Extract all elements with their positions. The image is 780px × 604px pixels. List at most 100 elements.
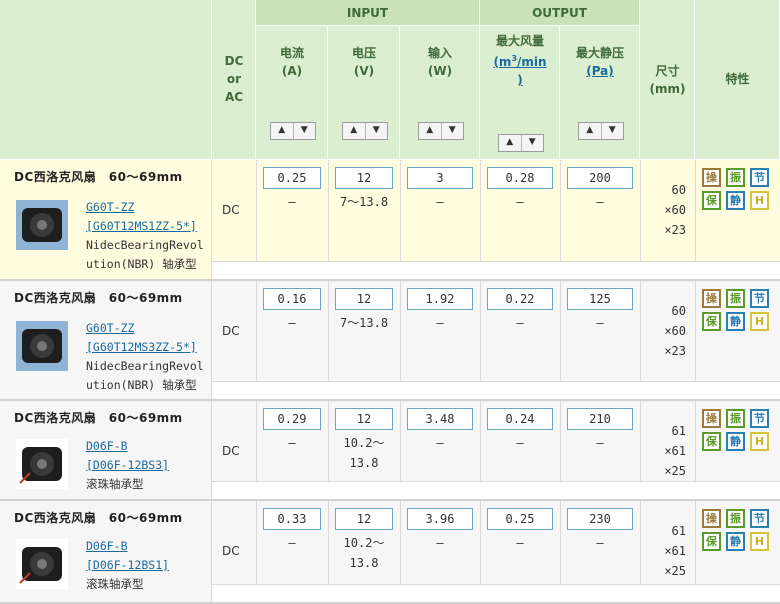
part-number-link[interactable]: [D06F-12BS1] xyxy=(86,558,169,572)
feature-icon[interactable]: 操 xyxy=(702,168,721,187)
column-divider xyxy=(695,160,696,261)
sort-desc-icon[interactable]: ▼ xyxy=(440,123,464,139)
feature-icon[interactable]: H xyxy=(750,432,769,451)
feature-icon[interactable]: 节 xyxy=(750,289,769,308)
pressure-value-box[interactable]: 210 xyxy=(567,408,633,430)
feature-icon[interactable]: 节 xyxy=(750,168,769,187)
product-thumbnail[interactable] xyxy=(16,439,68,489)
current-range: – xyxy=(288,436,296,450)
feature-icon[interactable]: 节 xyxy=(750,409,769,428)
model-link[interactable]: G60T-ZZ xyxy=(86,200,134,214)
voltage-value-box[interactable]: 12 xyxy=(335,167,393,189)
current-sort-control[interactable]: ▲ ▼ xyxy=(270,122,316,140)
airflow-value-box[interactable]: 0.28 xyxy=(487,167,553,189)
feature-icon[interactable]: 操 xyxy=(702,289,721,308)
voltage-value-box[interactable]: 12 xyxy=(335,508,393,530)
airflow-range: – xyxy=(516,195,524,209)
part-number-link[interactable]: [G60T12MS1ZZ-5*] xyxy=(86,219,197,233)
power-value-box[interactable]: 3.96 xyxy=(407,508,473,530)
header-airflow-cell: 最大风量 (m3/min ) ▲ ▼ xyxy=(480,26,560,160)
feature-icon[interactable]: 振 xyxy=(726,289,745,308)
pressure-range: – xyxy=(596,316,604,330)
airflow-value-box[interactable]: 0.24 xyxy=(487,408,553,430)
header-current-cell: 电流 (A) ▲ ▼ xyxy=(256,26,328,160)
table-row: DC西洛克风扇 60～69mm D06F-B [D06F-12BS3] 滚珠轴承型 DC… xyxy=(0,401,780,499)
bearing-text: NidecBearingRevol xyxy=(86,238,204,252)
sort-asc-icon[interactable]: ▲ xyxy=(419,123,441,139)
airflow-unit-link[interactable]: (m3/min xyxy=(493,54,546,69)
sort-asc-icon[interactable]: ▲ xyxy=(271,123,293,139)
feature-icon[interactable]: H xyxy=(750,532,769,551)
pressure-sort-control[interactable]: ▲ ▼ xyxy=(578,122,624,140)
feature-icon[interactable]: H xyxy=(750,312,769,331)
size-value: 60 ×60 ×23 xyxy=(664,183,686,237)
current-range: – xyxy=(288,316,296,330)
feature-icon[interactable]: 保 xyxy=(702,191,721,210)
feature-icon[interactable]: 静 xyxy=(726,432,745,451)
airflow-value-box[interactable]: 0.22 xyxy=(487,288,553,310)
pressure-value-box[interactable]: 230 xyxy=(567,508,633,530)
voltage-value-box[interactable]: 12 xyxy=(335,288,393,310)
sort-asc-icon[interactable]: ▲ xyxy=(343,123,365,139)
feature-icon[interactable]: H xyxy=(750,191,769,210)
airflow-unit-close[interactable]: ) xyxy=(517,73,522,87)
feature-icon[interactable]: 保 xyxy=(702,432,721,451)
row-inner-divider xyxy=(212,261,780,262)
feature-icon[interactable]: 保 xyxy=(702,312,721,331)
feature-icon[interactable]: 操 xyxy=(702,509,721,528)
column-divider xyxy=(400,501,401,584)
sort-asc-icon[interactable]: ▲ xyxy=(499,135,521,151)
part-number-link[interactable]: [D06F-12BS3] xyxy=(86,458,169,472)
size-value: 60 ×60 ×23 xyxy=(664,304,686,358)
output-group-header: OUTPUT xyxy=(480,0,640,26)
sort-desc-icon[interactable]: ▼ xyxy=(520,135,544,151)
feature-icon[interactable]: 静 xyxy=(726,191,745,210)
column-divider xyxy=(560,501,561,584)
feature-icon[interactable]: 振 xyxy=(726,509,745,528)
product-thumbnail[interactable] xyxy=(16,321,68,371)
feature-icon[interactable]: 振 xyxy=(726,409,745,428)
voltage-sort-control[interactable]: ▲ ▼ xyxy=(342,122,388,140)
current-value-box[interactable]: 0.29 xyxy=(263,408,321,430)
column-divider xyxy=(480,160,481,261)
feature-icon[interactable]: 节 xyxy=(750,509,769,528)
sort-asc-icon[interactable]: ▲ xyxy=(579,123,601,139)
power-range: – xyxy=(436,316,444,330)
model-link[interactable]: D06F-B xyxy=(86,439,128,453)
power-sort-control[interactable]: ▲ ▼ xyxy=(418,122,464,140)
feature-icon[interactable]: 操 xyxy=(702,409,721,428)
product-links: D06F-B [D06F-12BS1] 滚珠轴承型 xyxy=(86,537,169,594)
current-value-box[interactable]: 0.25 xyxy=(263,167,321,189)
voltage-range: 7～13.8 xyxy=(339,316,389,330)
current-range: – xyxy=(288,536,296,550)
product-thumbnail[interactable] xyxy=(16,539,68,589)
sort-desc-icon[interactable]: ▼ xyxy=(600,123,624,139)
product-thumbnail[interactable] xyxy=(16,200,68,250)
airflow-sort-control[interactable]: ▲ ▼ xyxy=(498,134,544,152)
column-divider xyxy=(256,281,257,381)
feature-icon[interactable]: 保 xyxy=(702,532,721,551)
sort-desc-icon[interactable]: ▼ xyxy=(364,123,388,139)
feature-icon[interactable]: 静 xyxy=(726,532,745,551)
airflow-range: – xyxy=(516,436,524,450)
feature-icon[interactable]: 静 xyxy=(726,312,745,331)
model-link[interactable]: D06F-B xyxy=(86,539,128,553)
column-divider xyxy=(328,501,329,584)
sort-desc-icon[interactable]: ▼ xyxy=(292,123,316,139)
size-value: 61 ×61 ×25 xyxy=(664,524,686,578)
current-unit: (A) xyxy=(281,64,303,78)
model-link[interactable]: G60T-ZZ xyxy=(86,321,134,335)
voltage-value-box[interactable]: 12 xyxy=(335,408,393,430)
feature-icon[interactable]: 振 xyxy=(726,168,745,187)
airflow-value-box[interactable]: 0.25 xyxy=(487,508,553,530)
pressure-value-box[interactable]: 200 xyxy=(567,167,633,189)
pressure-value-box[interactable]: 125 xyxy=(567,288,633,310)
power-value-box[interactable]: 1.92 xyxy=(407,288,473,310)
power-value-box[interactable]: 3.48 xyxy=(407,408,473,430)
part-number-link[interactable]: [G60T12MS3ZZ-5*] xyxy=(86,340,197,354)
pressure-unit-link[interactable]: (Pa) xyxy=(586,64,614,78)
current-value-box[interactable]: 0.16 xyxy=(263,288,321,310)
power-value-box[interactable]: 3 xyxy=(407,167,473,189)
current-value-box[interactable]: 0.33 xyxy=(263,508,321,530)
column-divider xyxy=(328,401,329,481)
